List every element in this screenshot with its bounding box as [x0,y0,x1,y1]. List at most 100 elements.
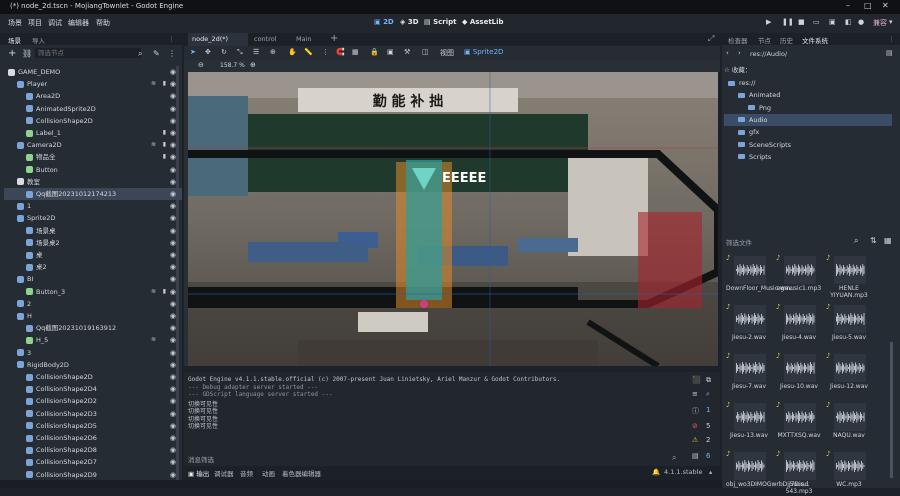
audio-file-tile[interactable]: ♪ DownFloor_Music.wav [726,252,792,300]
folder-item[interactable]: SceneScripts [724,139,892,151]
dock-menu-icon[interactable]: ⋮ [168,35,175,43]
folder-item[interactable]: Audio [724,113,892,126]
bone-icon[interactable]: ⚒ [404,48,410,56]
menu-project[interactable]: 项目 [28,18,42,28]
scene-node[interactable]: RigidBody2D ◉ [4,359,182,371]
visibility-eye-icon[interactable]: ◉ [170,225,176,237]
minimize-button[interactable]: – [846,1,850,10]
sprite2d-menu[interactable]: ▣ Sprite2D [464,48,503,56]
visibility-eye-icon[interactable]: ◉ [170,298,176,310]
tab-filesystem[interactable]: 文件系统 [802,35,828,45]
info-icon[interactable]: ⓘ [692,406,699,416]
audio-file-tile[interactable]: ♪ egmusic1.mp3 [776,252,822,300]
scene-node[interactable]: 桌 ◉ [4,249,182,261]
scene-node[interactable]: Area2D ◉ [4,90,182,102]
scene-node[interactable]: CollisionShape2D9 ◉ [4,469,182,481]
visibility-eye-icon[interactable]: ◉ [170,432,176,444]
scene-node[interactable]: CollisionShape2D ◉ [4,115,182,127]
tab-animation[interactable]: 动画 [262,468,275,478]
visibility-eye-icon[interactable]: ◉ [170,115,176,127]
scene-node[interactable]: CollisionShape2D8 ◉ [4,444,182,456]
folder-item[interactable]: Png [724,102,892,114]
scene-node[interactable]: 1 ◉ [4,200,182,212]
favorites-row[interactable]: ☆ 收藏： [724,64,751,74]
clear-icon[interactable]: ⬛ [692,376,701,384]
visibility-eye-icon[interactable]: ◉ [170,212,176,224]
remote-debug-icon[interactable]: ▭ [813,18,820,26]
audio-file-tile[interactable]: ♪ Jiesu-4.wav [776,301,822,349]
scene-node[interactable]: Qq截图20231019163912 ◉ [4,322,182,334]
scene-node[interactable]: Player ≋ ▮ ◉ [4,78,182,90]
audio-file-tile[interactable]: ♪ Jiesu-13.wav [726,399,772,447]
smart-snap-icon[interactable]: 🧲 [336,48,345,56]
scene-node[interactable]: CollisionShape2D5 ◉ [4,420,182,432]
audio-file-tile[interactable]: ♪ NAQU.wav [826,399,872,447]
add-node-icon[interactable]: + [8,48,16,59]
audio-file-tile[interactable]: ♪ Jiesu-5.wav [826,301,872,349]
view-menu[interactable]: 视图 [440,48,454,58]
folder-item[interactable]: Animated [724,89,892,101]
folder-item[interactable]: Scripts [724,151,892,163]
visibility-eye-icon[interactable]: ◉ [170,164,176,176]
scene-node[interactable]: GAME_DEMO ◉ [4,66,182,78]
signal-icon[interactable]: ≋ [151,139,156,151]
audio-file-tile[interactable]: ♪ obj_wo3DIMOGwrbDjj7Dis... [726,448,810,496]
tab-control[interactable]: control [254,35,277,43]
menu-debug[interactable]: 调试 [48,18,62,28]
distraction-free-icon[interactable]: ⤢ [708,34,714,44]
search-icon[interactable]: ⌕ [854,236,858,246]
select-tool-icon[interactable]: ➤ [190,48,196,56]
scene-node[interactable]: CollisionShape2D ◉ [4,371,182,383]
more-options-icon[interactable]: ⋮ [322,48,329,56]
canvas-viewport[interactable]: 勤 能 补 拙 EEEEE [188,72,718,366]
visibility-eye-icon[interactable]: ◉ [170,395,176,407]
workspace-3d-button[interactable]: ◈ 3D [400,18,419,26]
visibility-eye-icon[interactable]: ◉ [170,176,176,188]
zoom-level[interactable]: 158.7 % [220,62,245,69]
visibility-eye-icon[interactable]: ◉ [170,359,176,371]
audio-file-tile[interactable]: ♪ Sound 543.mp3 [776,448,822,496]
more-icon[interactable]: ⋮ [168,49,176,58]
search-icon[interactable]: ⌕ [672,453,676,463]
visibility-eye-icon[interactable]: ◉ [170,66,176,78]
scene-node[interactable]: CollisionShape2D3 ◉ [4,408,182,420]
scene-node[interactable]: AnimatedSprite2D ◉ [4,103,182,115]
node-filter-input[interactable] [35,48,141,58]
visibility-eye-icon[interactable]: ◉ [170,286,176,298]
link-icon[interactable]: ⛓ [22,49,32,58]
skeleton-icon[interactable]: ◫ [422,48,429,56]
ruler-icon[interactable]: 📏 [304,48,313,56]
play-scene-icon[interactable]: ▣ [829,18,836,26]
scene-node[interactable]: Label_1 ▮ ◉ [4,127,182,139]
visibility-eye-icon[interactable]: ◉ [170,139,176,151]
tab-import[interactable]: 导入 [32,35,45,45]
play-icon[interactable]: ▶ [766,18,771,26]
scene-node[interactable]: BI ◉ [4,273,182,285]
scene-node[interactable]: H ◉ [4,310,182,322]
visibility-eye-icon[interactable]: ◉ [170,151,176,163]
back-icon[interactable]: ‹ [726,49,729,57]
visibility-eye-icon[interactable]: ◉ [170,334,176,346]
visibility-eye-icon[interactable]: ◉ [170,103,176,115]
play-custom-icon[interactable]: ◧ [845,18,852,26]
tab-node[interactable]: 节点 [758,35,771,45]
folder-item[interactable]: gfx [724,126,892,138]
pivot-icon[interactable]: ⊕ [270,48,276,56]
signal-icon[interactable]: ≋ [151,78,156,90]
signal-icon[interactable]: ≋ [151,334,156,346]
visibility-eye-icon[interactable]: ◉ [170,408,176,420]
script-icon[interactable]: ▮ [163,151,166,163]
scene-node[interactable]: Button_3 ≋ ▮ ◉ [4,286,182,298]
audio-file-tile[interactable]: ♪ WC.mp3 [826,448,872,496]
tab-main[interactable]: Main [296,35,312,43]
audio-file-tile[interactable]: ♪ Jiesu-7.wav [726,350,772,398]
scene-node[interactable]: H_5 ≋ ◉ [4,334,182,346]
visibility-eye-icon[interactable]: ◉ [170,456,176,468]
signal-icon[interactable]: ≋ [151,286,156,298]
rotate-tool-icon[interactable]: ↻ [221,48,227,56]
maximize-button[interactable]: □ [864,1,872,10]
search-output-icon[interactable]: ⌕ [706,390,710,399]
script-icon[interactable]: ▮ [163,139,166,151]
tab-debugger[interactable]: 调试器 [214,468,234,478]
tab-scene[interactable]: 场景 [8,35,21,45]
